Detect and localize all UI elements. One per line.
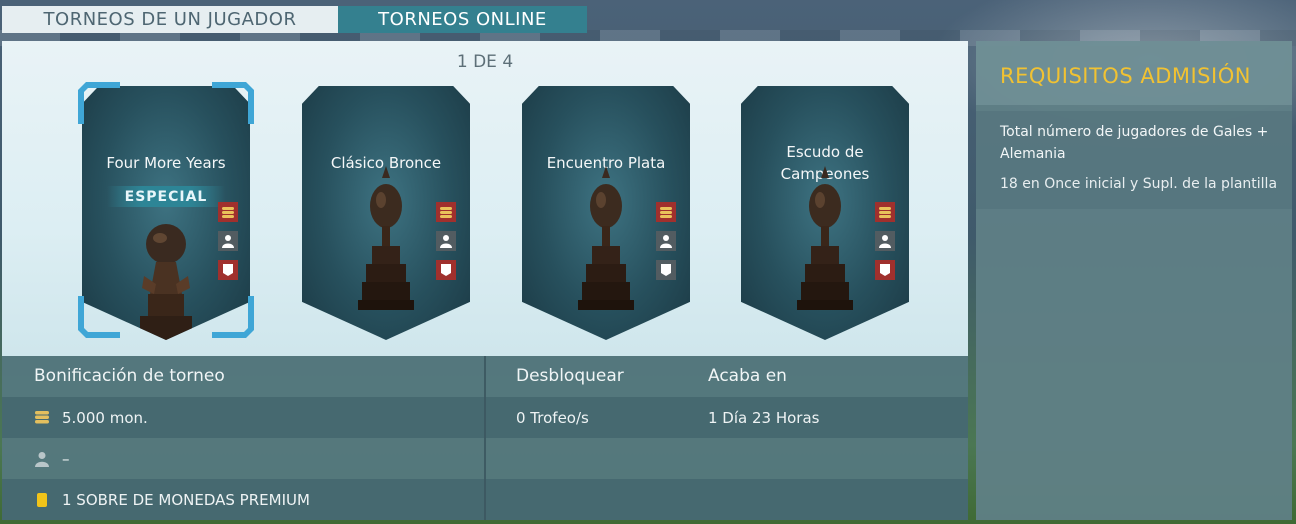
- gold-pack-icon: [37, 493, 47, 507]
- pack-icon: [875, 260, 895, 280]
- page-indicator: 1 DE 4: [456, 52, 514, 72]
- player-reward: –: [62, 450, 70, 468]
- card-title: Four More Years: [106, 154, 226, 172]
- tab-single-player[interactable]: TORNEOS DE UN JUGADOR: [2, 6, 338, 33]
- player-icon: [35, 452, 49, 467]
- requirement-detail: 18 en Once inicial y Supl. de la plantil…: [1000, 176, 1278, 192]
- mode-tabs: TORNEOS DE UN JUGADOR TORNEOS ONLINE: [2, 6, 587, 33]
- requirements-panel: REQUISITOS ADMISIÓN Total número de juga…: [976, 41, 1292, 520]
- coins-icon: [875, 202, 895, 222]
- coins-reward: 5.000 mon.: [62, 409, 148, 427]
- tournament-info-table: Bonificación de torneo Desbloquear Acaba…: [2, 356, 968, 520]
- card-reward-icons: [875, 202, 955, 280]
- requirement-description: Total número de jugadores de Gales + Ale…: [1000, 124, 1269, 162]
- requirements-header: REQUISITOS ADMISIÓN: [976, 41, 1292, 105]
- globe-trophy-icon: [140, 224, 192, 340]
- pack-icon: [218, 260, 238, 280]
- player-icon: [218, 231, 238, 251]
- selection-corner-bottom-right-icon: [212, 296, 254, 338]
- tournament-carousel: 1 DE 4 Four More Years ESPECIAL Clásico …: [2, 41, 968, 356]
- special-badge: ESPECIAL: [107, 186, 225, 207]
- requirement-item: Total número de jugadores de Gales + Ale…: [976, 111, 1292, 209]
- selection-corner-top-right-icon: [212, 82, 254, 124]
- tab-online[interactable]: TORNEOS ONLINE: [338, 6, 587, 33]
- unlock-header: Desbloquear: [516, 366, 624, 386]
- selection-corner-top-left-icon: [78, 82, 120, 124]
- coins-icon: [218, 202, 238, 222]
- pack-icon: [656, 260, 676, 280]
- pack-icon: [436, 260, 456, 280]
- column-divider: [484, 356, 486, 520]
- player-icon: [656, 231, 676, 251]
- ends-header: Acaba en: [708, 366, 787, 386]
- unlock-value: 0 Trofeo/s: [516, 409, 589, 427]
- selection-corner-bottom-left-icon: [78, 296, 120, 338]
- pack-reward: 1 SOBRE DE MONEDAS PREMIUM: [62, 491, 310, 509]
- bonus-header: Bonificación de torneo: [34, 366, 225, 386]
- coins-icon: [656, 202, 676, 222]
- requirements-title: REQUISITOS ADMISIÓN: [1000, 64, 1251, 88]
- player-icon: [875, 231, 895, 251]
- ends-value: 1 Día 23 Horas: [708, 409, 820, 427]
- player-icon: [436, 231, 456, 251]
- coins-icon: [35, 411, 49, 424]
- coins-icon: [436, 202, 456, 222]
